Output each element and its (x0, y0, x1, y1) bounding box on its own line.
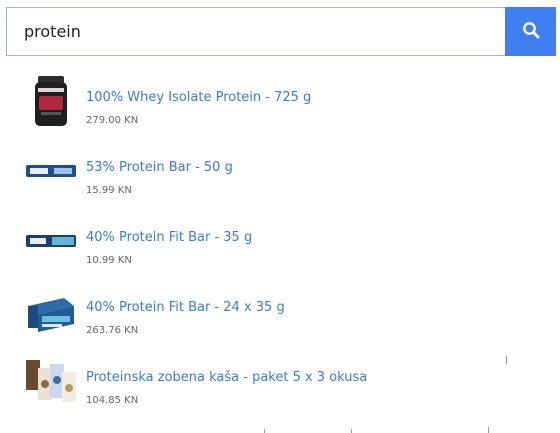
search-icon (522, 21, 540, 42)
search-bar (6, 7, 556, 56)
result-item[interactable]: 40% Protein Fit Bar - 24 x 35 g 263.76 K… (6, 274, 506, 344)
result-name[interactable]: 40% Protein Fit Bar - 35 g (86, 230, 252, 245)
result-price: 263.76 KN (86, 325, 139, 336)
divider-mark (351, 429, 352, 433)
scrollbar-mark (506, 356, 507, 364)
fit-bar-box-image (24, 284, 78, 338)
result-name[interactable]: 100% Whey Isolate Protein - 725 g (86, 90, 311, 105)
divider-mark (264, 429, 265, 433)
search-input[interactable] (6, 7, 505, 56)
protein-tub-image (24, 74, 78, 128)
result-name[interactable]: 53% Protein Bar - 50 g (86, 160, 233, 175)
result-price: 104.85 KN (86, 395, 139, 406)
result-price: 10.99 KN (86, 255, 132, 266)
protein-bar-image (24, 144, 78, 198)
result-item[interactable]: 53% Protein Bar - 50 g 15.99 KN (6, 134, 506, 204)
search-button[interactable] (505, 7, 556, 56)
divider-mark (488, 427, 489, 433)
search-results-dropdown: 100% Whey Isolate Protein - 725 g 279.00… (6, 56, 556, 433)
result-name[interactable]: Proteinska zobena kaša - paket 5 x 3 oku… (86, 370, 367, 385)
result-item[interactable]: 100% Whey Isolate Protein - 725 g 279.00… (6, 64, 506, 134)
result-item[interactable]: 40% Protein Fit Bar - 35 g 10.99 KN (6, 204, 506, 274)
result-item[interactable]: Proteinska zobena kaša - paket 5 x 3 oku… (6, 344, 506, 414)
result-name[interactable]: 40% Protein Fit Bar - 24 x 35 g (86, 300, 285, 315)
result-price: 15.99 KN (86, 185, 132, 196)
fit-bar-image (24, 214, 78, 268)
result-price: 279.00 KN (86, 115, 139, 126)
oat-pack-image (24, 354, 78, 408)
